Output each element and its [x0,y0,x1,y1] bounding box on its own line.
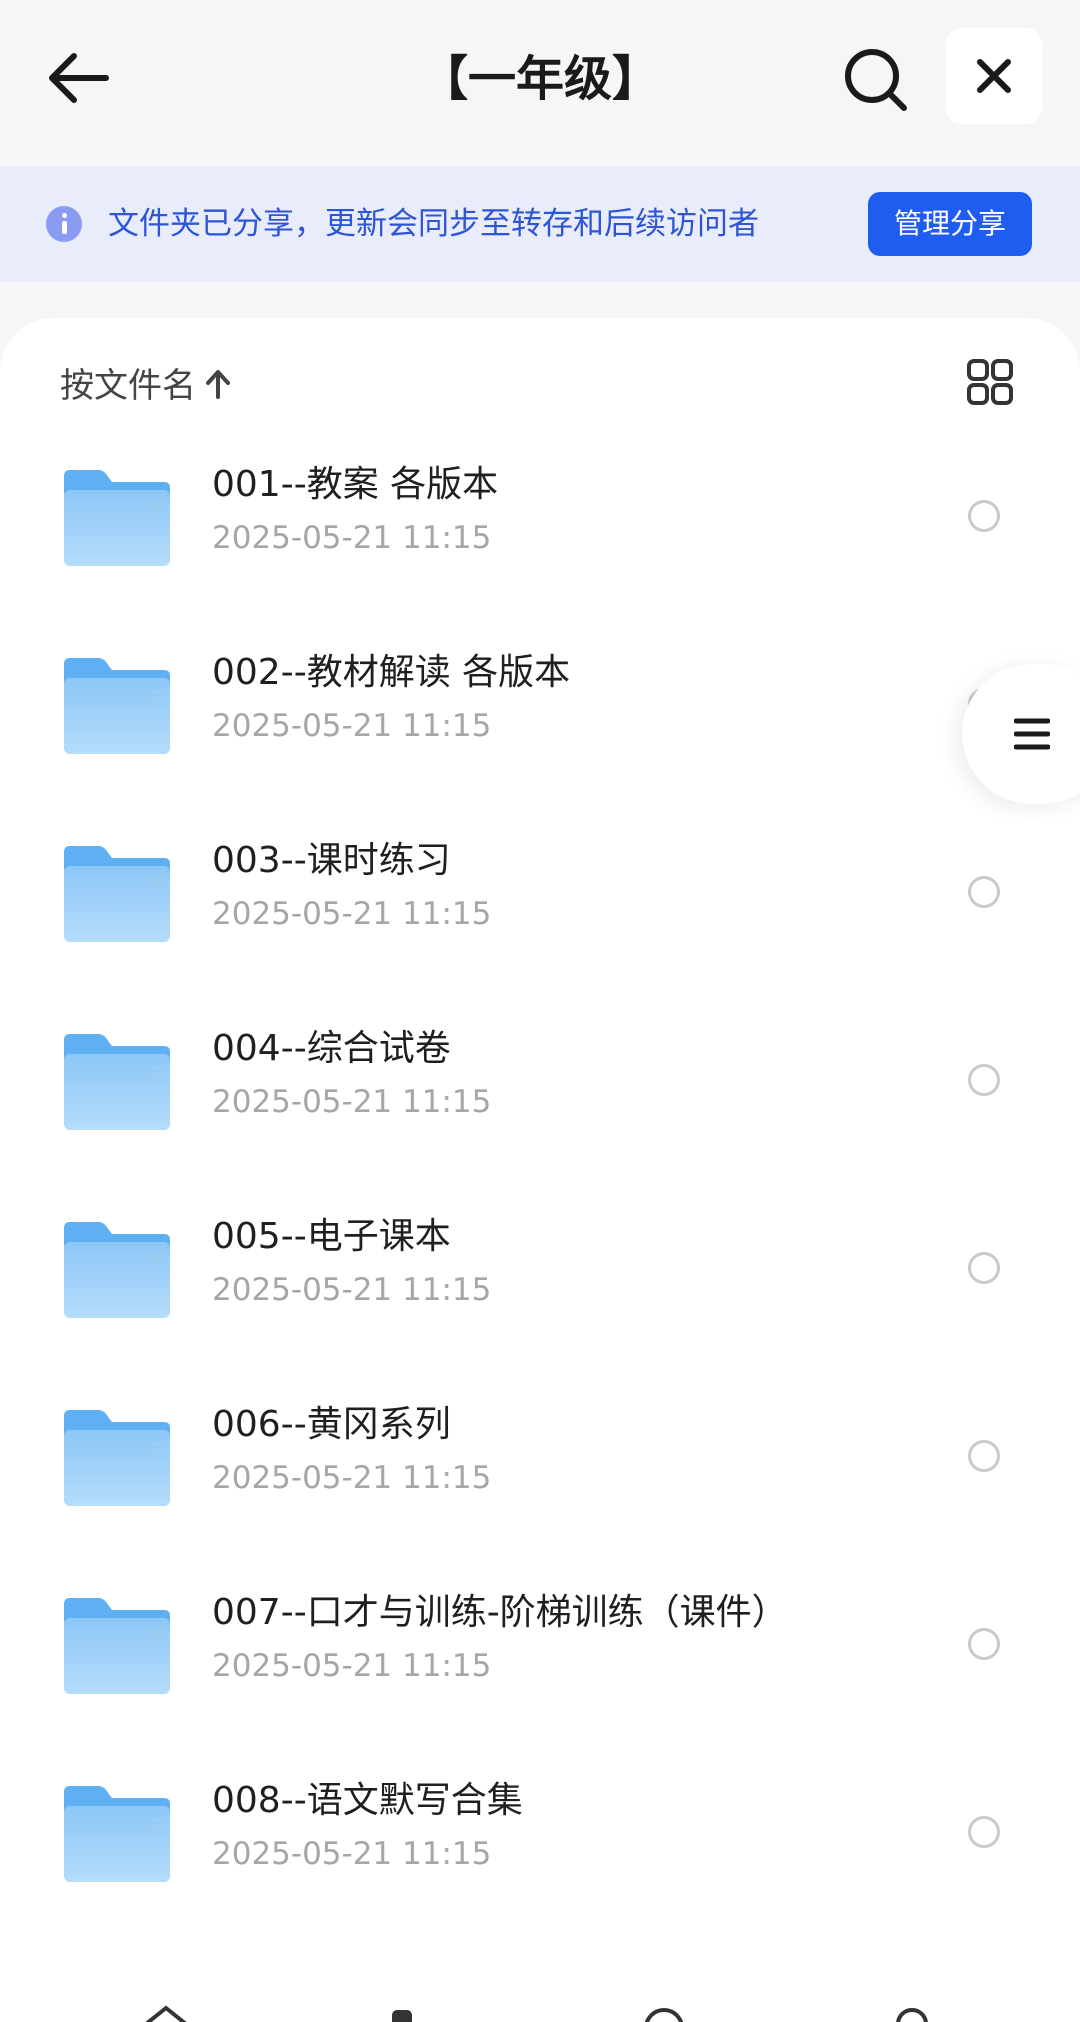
page-title: 【一年级】 [419,51,660,107]
file-row[interactable]: 002--教材解读 各版本 2025-05-21 11:15 [0,626,1080,814]
file-list-card: 按文件名 001--教案 各版本 2025-05-21 11:15 002--教材解… [0,318,1080,2022]
file-list: 001--教案 各版本 2025-05-21 11:15 002--教材解读 各版本… [0,438,1080,1942]
arrow-left-icon [49,53,109,103]
file-row[interactable]: 005--电子课本 2025-05-21 11:15 [0,1190,1080,1378]
info-icon [46,206,82,242]
file-name: 001--教案 各版本 [212,464,499,505]
folder-icon [64,1786,170,1882]
select-radio[interactable] [968,1628,1000,1660]
arrow-up-icon [204,364,232,416]
file-name: 002--教材解读 各版本 [212,652,571,693]
back-button[interactable] [40,42,120,114]
folder-icon [64,1410,170,1506]
file-row[interactable]: 004--综合试卷 2025-05-21 11:15 [0,1002,1080,1190]
select-radio[interactable] [968,1440,1000,1472]
select-radio[interactable] [968,1064,1000,1096]
select-radio[interactable] [968,1252,1000,1284]
manage-share-button[interactable]: 管理分享 [868,192,1032,256]
file-name: 008--语文默写合集 [212,1780,523,1821]
folder-icon [64,1598,170,1694]
file-date: 2025-05-21 11:15 [212,1460,492,1496]
menu-icon [1014,718,1050,750]
file-date: 2025-05-21 11:15 [212,1836,492,1872]
discover-icon[interactable] [640,2002,688,2022]
file-date: 2025-05-21 11:15 [212,1648,492,1684]
files-icon[interactable] [378,2002,426,2022]
file-name: 004--综合试卷 [212,1028,451,1069]
file-row[interactable]: 006--黄冈系列 2025-05-21 11:15 [0,1378,1080,1566]
select-radio[interactable] [968,876,1000,908]
grid-view-icon [967,359,1013,405]
file-date: 2025-05-21 11:15 [212,708,492,744]
folder-icon [64,658,170,754]
file-date: 2025-05-21 11:15 [212,1084,492,1120]
select-radio[interactable] [968,500,1000,532]
select-radio[interactable] [968,1816,1000,1848]
sort-label: 按文件名 [60,366,196,406]
share-notice-text: 文件夹已分享，更新会同步至转存和后续访问者 [108,206,759,242]
folder-icon [64,846,170,942]
share-folder-screen: 【一年级】 文件夹已分享，更新会同步至转存和后续访问者 管理分享 按文件名 00… [0,0,1080,2022]
file-row[interactable]: 008--语文默写合集 2025-05-21 11:15 [0,1754,1080,1942]
search-icon [845,49,907,111]
file-name: 006--黄冈系列 [212,1404,451,1445]
share-notice-banner: 文件夹已分享，更新会同步至转存和后续访问者 管理分享 [0,166,1080,282]
sort-by-filename[interactable]: 按文件名 [60,360,232,412]
file-row[interactable]: 003--课时练习 2025-05-21 11:15 [0,814,1080,1002]
file-name: 005--电子课本 [212,1216,451,1257]
file-date: 2025-05-21 11:15 [212,1272,492,1308]
home-icon[interactable] [142,2002,190,2022]
close-button[interactable] [946,28,1042,124]
close-icon [977,59,1011,93]
file-date: 2025-05-21 11:15 [212,520,492,556]
search-button[interactable] [840,44,912,116]
profile-icon[interactable] [888,2002,936,2022]
folder-icon [64,1222,170,1318]
grid-view-toggle[interactable] [966,358,1014,406]
file-row[interactable]: 001--教案 各版本 2025-05-21 11:15 [0,438,1080,626]
folder-icon [64,1034,170,1130]
file-name: 003--课时练习 [212,840,451,881]
bottom-nav-bar [0,1996,1080,2022]
file-row[interactable]: 007--口才与训练-阶梯训练（课件） 2025-05-21 11:15 [0,1566,1080,1754]
top-bar: 【一年级】 [0,0,1080,160]
folder-icon [64,470,170,566]
file-date: 2025-05-21 11:15 [212,896,492,932]
file-name: 007--口才与训练-阶梯训练（课件） [212,1592,788,1633]
